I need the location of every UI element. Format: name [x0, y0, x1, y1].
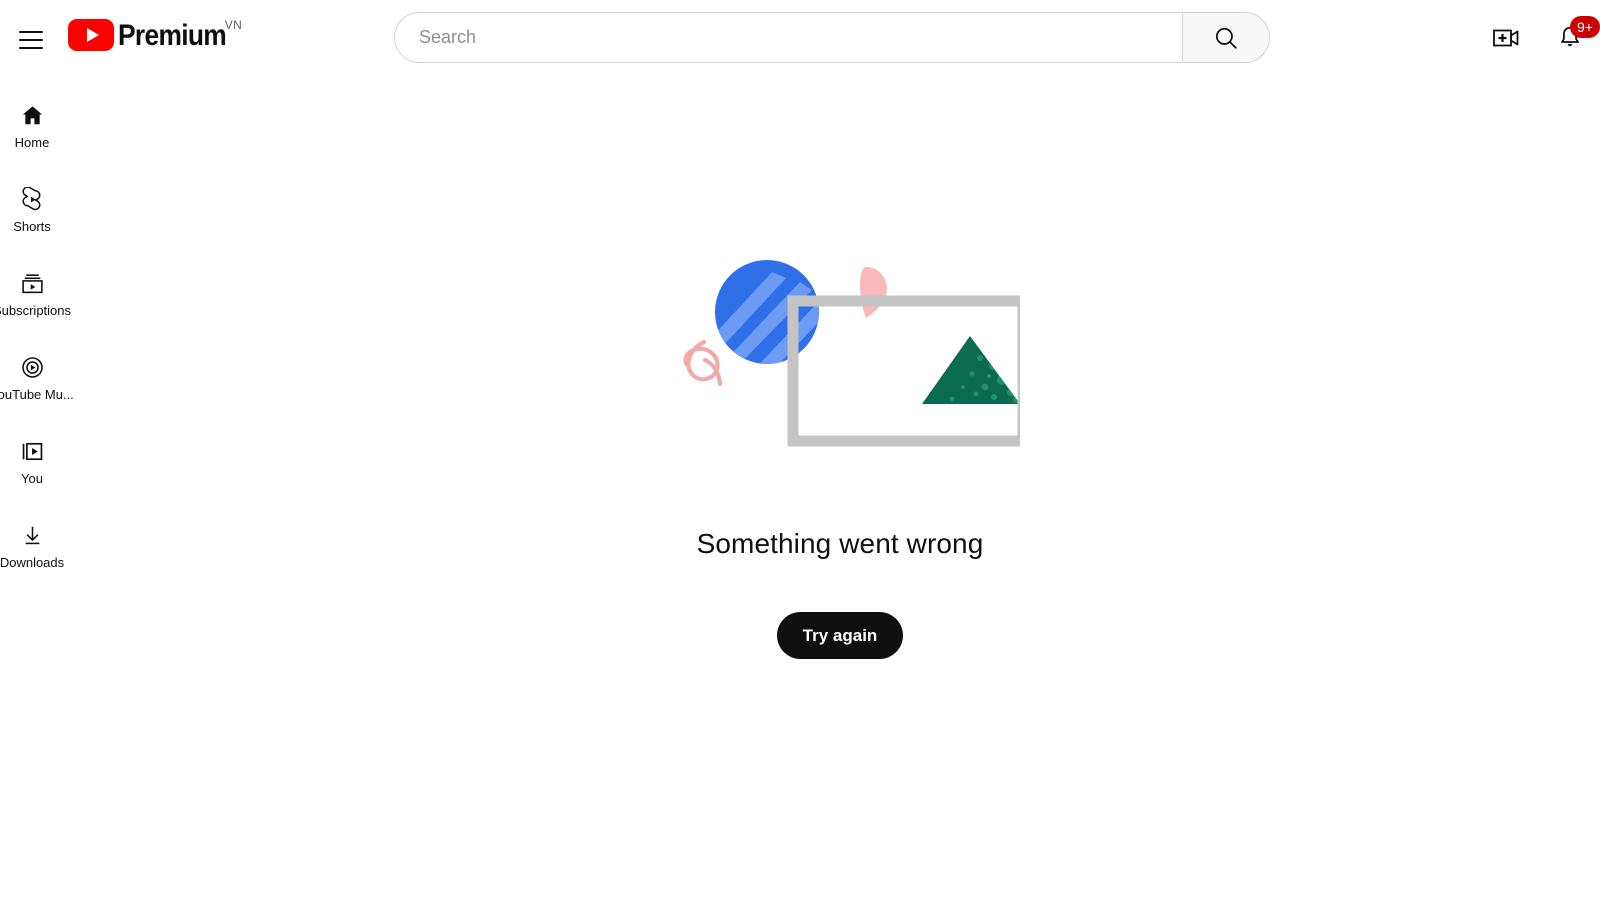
hamburger-line — [19, 31, 43, 33]
sidebar-item-subscriptions[interactable]: Subscriptions — [0, 252, 72, 336]
sidebar-item-home[interactable]: Home — [0, 84, 72, 168]
illustration-svg — [683, 260, 1029, 447]
notifications-button[interactable]: 9+ — [1546, 14, 1600, 62]
sidebar-item-you[interactable]: You — [0, 420, 72, 504]
green-triangle — [922, 336, 1020, 404]
create-video-button[interactable] — [1482, 14, 1530, 62]
hamburger-line — [19, 39, 43, 41]
search-button[interactable] — [1182, 12, 1270, 63]
search-bar — [394, 12, 1270, 63]
youtube-premium-logo[interactable]: Premium VN — [68, 16, 242, 56]
downloads-icon — [19, 522, 45, 548]
try-again-button[interactable]: Try again — [776, 612, 904, 659]
top-bar-actions: 9+ — [1482, 14, 1600, 62]
sidebar-label-youtube-music: YouTube Mu... — [0, 387, 74, 402]
youtube-play-icon — [68, 19, 114, 51]
pink-squiggle — [683, 339, 723, 387]
sidebar-label-home: Home — [14, 135, 50, 150]
subscriptions-icon — [19, 270, 45, 296]
hamburger-menu-icon[interactable] — [8, 22, 54, 58]
search-input-container[interactable] — [394, 12, 1182, 63]
search-icon — [1215, 27, 1237, 49]
notification-badge: 9+ — [1570, 16, 1600, 38]
top-bar: Premium VN Search 9+ — [0, 0, 1600, 76]
logo-text: Premium — [118, 19, 227, 52]
mini-sidebar: Home Shorts Subscriptions ouTube Mu... Y… — [0, 84, 74, 588]
sidebar-label-shorts: Shorts — [13, 219, 51, 234]
sidebar-item-youtube-music[interactable]: YouTube Mu... — [0, 336, 74, 420]
create-video-icon — [1493, 29, 1519, 47]
sidebar-label-downloads: Downloads — [0, 555, 65, 570]
blue-circle — [715, 260, 819, 364]
pink-petal — [860, 267, 887, 318]
home-icon — [19, 102, 45, 128]
hamburger-line — [19, 47, 43, 49]
error-title: Something went wrong — [696, 528, 984, 559]
logo-country-code: VN — [224, 18, 243, 32]
sidebar-label-subscriptions: Subscriptions — [0, 303, 72, 318]
something-went-wrong-illustration — [660, 254, 1029, 464]
search-input[interactable] — [419, 27, 1164, 48]
you-library-icon — [19, 438, 45, 464]
sidebar-label-you: You — [21, 471, 43, 486]
error-content: Something went wrong Try again — [80, 76, 1600, 902]
shorts-icon — [19, 186, 45, 212]
sidebar-item-shorts[interactable]: Shorts — [0, 168, 72, 252]
youtube-music-icon — [19, 354, 45, 380]
sidebar-item-downloads[interactable]: Downloads — [0, 504, 72, 588]
